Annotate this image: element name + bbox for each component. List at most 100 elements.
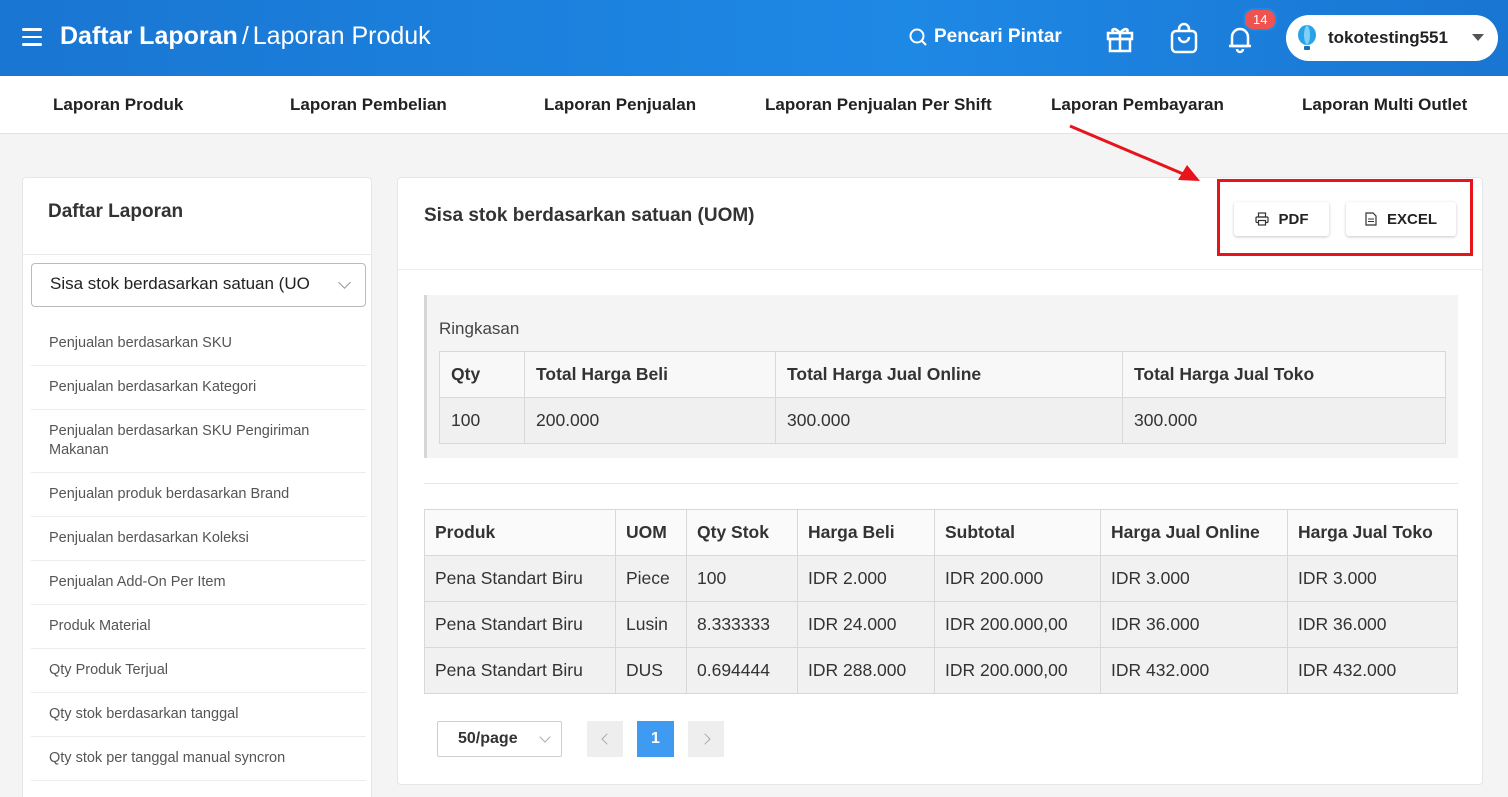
summary-header-total-harga-jual-online: Total Harga Jual Online — [775, 351, 1123, 398]
summary-label: Ringkasan — [439, 319, 520, 338]
report-list: Penjualan berdasarkan SKU Penjualan berd… — [31, 322, 366, 781]
summary-header-total-harga-jual-toko: Total Harga Jual Toko — [1122, 351, 1446, 398]
shopping-bag-icon[interactable] — [1168, 22, 1200, 54]
table-row: Pena Standart Biru DUS 0.694444 IDR 288.… — [424, 647, 1458, 694]
sidebar-item-sku[interactable]: Penjualan berdasarkan SKU — [31, 322, 366, 366]
table-cell: Piece — [615, 555, 687, 602]
table-cell: IDR 3.000 — [1100, 555, 1288, 602]
sidebar-item-kategori[interactable]: Penjualan berdasarkan Kategori — [31, 366, 366, 410]
chevron-right-icon — [698, 733, 711, 745]
tab-laporan-penjualan[interactable]: Laporan Penjualan — [544, 95, 696, 115]
report-type-selected: Sisa stok berdasarkan satuan (UO — [50, 274, 310, 293]
column-header-harga-jual-toko: Harga Jual Toko — [1287, 509, 1458, 556]
report-tabs: Laporan Produk Laporan Pembelian Laporan… — [0, 76, 1508, 134]
notification-badge: 14 — [1243, 8, 1278, 31]
divider — [424, 483, 1458, 484]
top-header: Daftar Laporan / Laporan Produk Pencari Pi… — [0, 0, 1508, 76]
table-cell: IDR 36.000 — [1287, 601, 1458, 648]
sidebar-item-qty-terjual[interactable]: Qty Produk Terjual — [31, 649, 366, 693]
sidebar-title: Daftar Laporan — [23, 178, 371, 255]
tab-laporan-produk[interactable]: Laporan Produk — [53, 95, 183, 115]
page-size-value: 50/page — [458, 730, 518, 747]
title-separator: / — [241, 22, 249, 50]
table-cell: 8.333333 — [686, 601, 798, 648]
table-header-row: Produk UOM Qty Stok Harga Beli Subtotal … — [424, 509, 1458, 556]
table-row: Pena Standart Biru Lusin 8.333333 IDR 24… — [424, 601, 1458, 648]
tab-laporan-pembayaran[interactable]: Laporan Pembayaran — [1051, 95, 1224, 115]
excel-button[interactable]: EXCEL — [1346, 202, 1456, 236]
report-card: Sisa stok berdasarkan satuan (UOM) PDF E… — [397, 177, 1483, 785]
smart-search-label: Pencari Pintar — [934, 26, 1062, 47]
sidebar-item-qty-tanggal[interactable]: Qty stok berdasarkan tanggal — [31, 693, 366, 737]
table-cell: IDR 200.000,00 — [934, 601, 1101, 648]
summary-cell: 200.000 — [524, 397, 776, 444]
sidebar-item-produk-material[interactable]: Produk Material — [31, 605, 366, 649]
table-cell: IDR 432.000 — [1100, 647, 1288, 694]
file-icon — [1365, 212, 1377, 226]
pagination: 50/page 1 — [437, 721, 724, 757]
tab-laporan-multi-outlet[interactable]: Laporan Multi Outlet — [1302, 95, 1467, 115]
chevron-down-icon — [539, 731, 551, 743]
page-number-current[interactable]: 1 — [637, 721, 674, 757]
summary-panel: Ringkasan Qty Total Harga Beli Total Har… — [424, 295, 1458, 458]
column-header-produk: Produk — [424, 509, 616, 556]
table-cell: IDR 24.000 — [797, 601, 935, 648]
summary-header-row: Qty Total Harga Beli Total Harga Jual On… — [439, 351, 1446, 398]
chevron-down-icon — [1472, 34, 1484, 41]
table-cell: 100 — [686, 555, 798, 602]
table-cell: IDR 3.000 — [1287, 555, 1458, 602]
gift-icon[interactable] — [1104, 22, 1136, 54]
smart-search-button[interactable]: Pencari Pintar — [908, 26, 1062, 48]
summary-header-qty: Qty — [439, 351, 525, 398]
chevron-down-icon — [338, 276, 351, 289]
table-cell: Lusin — [615, 601, 687, 648]
sidebar-item-addon[interactable]: Penjualan Add-On Per Item — [31, 561, 366, 605]
sidebar-item-brand[interactable]: Penjualan produk berdasarkan Brand — [31, 473, 366, 517]
tab-laporan-penjualan-per-shift[interactable]: Laporan Penjualan Per Shift — [765, 95, 992, 115]
tab-laporan-pembelian[interactable]: Laporan Pembelian — [290, 95, 447, 115]
account-name: tokotesting551 — [1328, 28, 1448, 47]
excel-label: EXCEL — [1386, 210, 1437, 228]
report-title: Sisa stok berdasarkan satuan (UOM) — [424, 205, 755, 226]
search-icon — [909, 28, 927, 46]
report-card-header: Sisa stok berdasarkan satuan (UOM) PDF E… — [398, 178, 1482, 270]
table-cell: Pena Standart Biru — [424, 601, 616, 648]
menu-icon[interactable] — [22, 28, 42, 46]
summary-cell: 300.000 — [775, 397, 1123, 444]
annotation-arrow — [1069, 124, 1200, 181]
pdf-label: PDF — [1278, 210, 1309, 228]
page-title: Daftar Laporan / Laporan Produk — [60, 22, 431, 51]
table-cell: Pena Standart Biru — [424, 647, 616, 694]
pdf-button[interactable]: PDF — [1234, 202, 1329, 236]
summary-cell: 100 — [439, 397, 525, 444]
sidebar-item-koleksi[interactable]: Penjualan berdasarkan Koleksi — [31, 517, 366, 561]
summary-row: 100 200.000 300.000 300.000 — [439, 397, 1446, 444]
page-size-select[interactable]: 50/page — [437, 721, 562, 757]
table-cell: IDR 200.000 — [934, 555, 1101, 602]
table-cell: IDR 432.000 — [1287, 647, 1458, 694]
prev-page-button[interactable] — [587, 721, 623, 757]
summary-cell: 300.000 — [1122, 397, 1446, 444]
table-cell: IDR 288.000 — [797, 647, 935, 694]
table-cell: Pena Standart Biru — [424, 555, 616, 602]
printer-icon — [1254, 212, 1269, 226]
chevron-left-icon — [600, 733, 613, 745]
summary-table: Qty Total Harga Beli Total Harga Jual On… — [439, 351, 1446, 444]
report-type-select[interactable]: Sisa stok berdasarkan satuan (UO — [31, 263, 366, 307]
summary-header-total-harga-beli: Total Harga Beli — [524, 351, 776, 398]
title-main: Daftar Laporan — [60, 22, 238, 50]
stock-table: Produk UOM Qty Stok Harga Beli Subtotal … — [424, 509, 1458, 694]
report-sidebar: Daftar Laporan Sisa stok berdasarkan sat… — [22, 177, 372, 797]
sidebar-item-qty-manual[interactable]: Qty stok per tanggal manual syncron — [31, 737, 366, 781]
table-cell: IDR 200.000,00 — [934, 647, 1101, 694]
sidebar-item-sku-pengiriman[interactable]: Penjualan berdasarkan SKU Pengiriman Mak… — [31, 410, 366, 473]
account-dropdown[interactable]: tokotesting551 — [1286, 15, 1498, 61]
title-sub: Laporan Produk — [252, 22, 431, 50]
table-cell: IDR 36.000 — [1100, 601, 1288, 648]
column-header-subtotal: Subtotal — [934, 509, 1101, 556]
table-cell: DUS — [615, 647, 687, 694]
column-header-harga-jual-online: Harga Jual Online — [1100, 509, 1288, 556]
balloon-logo-icon — [1298, 25, 1316, 50]
next-page-button[interactable] — [688, 721, 724, 757]
column-header-qty-stok: Qty Stok — [686, 509, 798, 556]
